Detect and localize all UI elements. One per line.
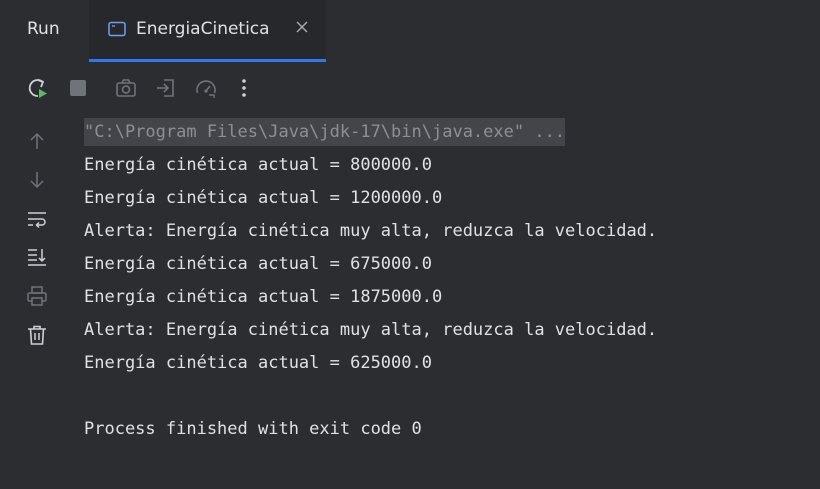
trash-icon — [26, 324, 48, 346]
stop-button[interactable] — [66, 76, 90, 100]
soft-wrap-icon — [26, 209, 48, 231]
scroll-down-button[interactable] — [25, 168, 49, 192]
console-line: Alerta: Energía cinética muy alta, reduz… — [84, 221, 658, 241]
arrow-up-icon — [27, 131, 47, 151]
soft-wrap-button[interactable] — [25, 208, 49, 232]
console-window-icon — [108, 21, 126, 37]
tab-energiacinetica[interactable]: EnergiaCinetica — [89, 0, 326, 62]
rerun-icon — [26, 76, 50, 100]
console-line: Energía cinética actual = 1200000.0 — [84, 188, 443, 208]
scroll-to-end-button[interactable] — [25, 245, 49, 269]
gauge-icon — [194, 76, 218, 100]
more-options-button[interactable] — [232, 76, 256, 100]
run-tool-window-header: Run EnergiaCinetica — [0, 0, 820, 62]
run-toolbar — [0, 62, 820, 112]
camera-icon — [114, 76, 138, 100]
printer-icon — [26, 285, 48, 307]
exit-message: Process finished with exit code 0 — [84, 419, 422, 439]
console-output[interactable]: "C:\Program Files\Java\jdk-17\bin\java.e… — [84, 116, 804, 446]
console-line: Energía cinética actual = 800000.0 — [84, 155, 432, 175]
console-sidebar — [0, 120, 70, 380]
run-tool-window-title: Run — [27, 19, 60, 39]
profiler-button[interactable] — [194, 76, 218, 100]
more-vertical-icon — [232, 76, 256, 100]
tab-title: EnergiaCinetica — [136, 19, 270, 39]
console-line: Alerta: Energía cinética muy alta, reduz… — [84, 320, 658, 340]
login-icon — [154, 76, 178, 100]
close-icon[interactable] — [295, 20, 309, 34]
restore-layout-button[interactable] — [154, 76, 178, 100]
scroll-to-end-icon — [26, 246, 48, 268]
command-line[interactable]: "C:\Program Files\Java\jdk-17\bin\java.e… — [84, 116, 804, 149]
clear-all-button[interactable] — [25, 323, 49, 347]
console-line: Energía cinética actual = 675000.0 — [84, 254, 432, 274]
screenshot-button[interactable] — [114, 76, 138, 100]
command-text: "C:\Program Files\Java\jdk-17\bin\java.e… — [84, 118, 566, 146]
rerun-button[interactable] — [26, 76, 50, 100]
scroll-up-button[interactable] — [25, 129, 49, 153]
arrow-down-icon — [27, 170, 47, 190]
console-line: Energía cinética actual = 625000.0 — [84, 353, 432, 373]
stop-icon — [68, 78, 88, 98]
console-line: Energía cinética actual = 1875000.0 — [84, 287, 443, 307]
print-button[interactable] — [25, 284, 49, 308]
